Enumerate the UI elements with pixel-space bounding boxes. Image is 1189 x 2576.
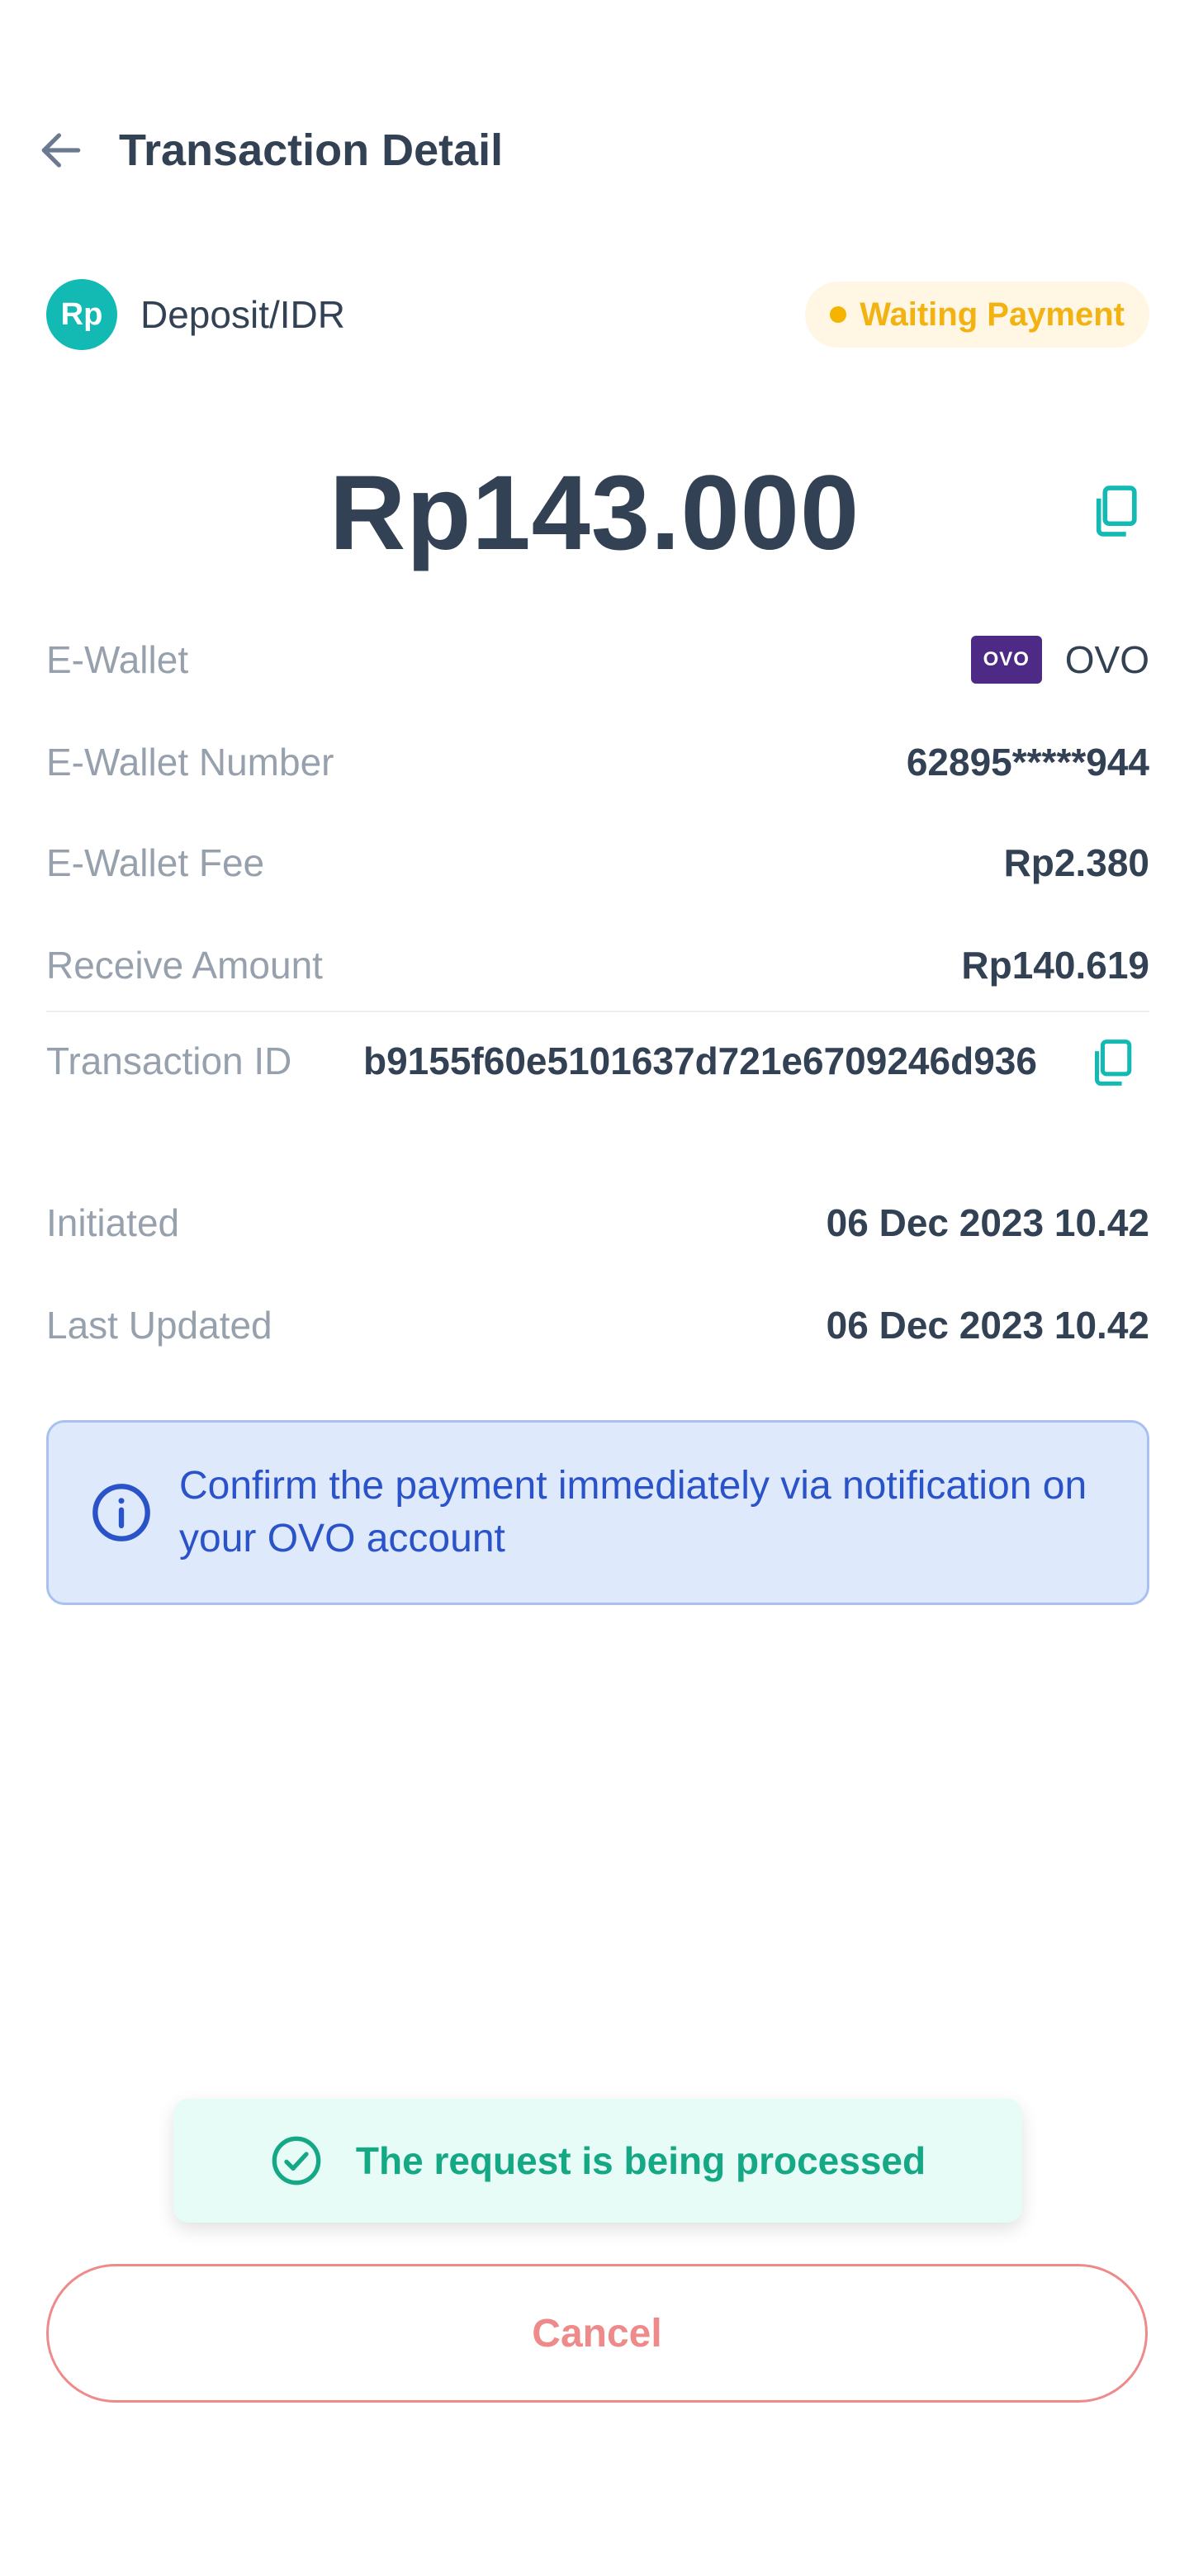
asset-label: Deposit/IDR bbox=[140, 293, 345, 336]
transaction-id-label: Transaction ID bbox=[46, 1039, 292, 1082]
transaction-amount: Rp143.000 bbox=[329, 454, 860, 572]
info-box: Confirm the payment immediately via noti… bbox=[46, 1420, 1149, 1605]
arrow-left-icon bbox=[41, 133, 81, 168]
ewallet-fee-row: E-Wallet Fee Rp2.380 bbox=[46, 836, 1149, 890]
toast-text: The request is being processed bbox=[355, 2139, 926, 2182]
initiated-row: Initiated 06 Dec 2023 10.42 bbox=[46, 1196, 1149, 1250]
divider bbox=[46, 1011, 1149, 1012]
ewallet-fee-value: Rp2.380 bbox=[1003, 841, 1149, 884]
ewallet-row: E-Wallet OVO OVO bbox=[46, 632, 1149, 687]
info-icon bbox=[92, 1484, 150, 1541]
ewallet-value: OVO OVO bbox=[970, 636, 1149, 684]
back-button[interactable] bbox=[33, 122, 89, 178]
ovo-logo: OVO bbox=[970, 636, 1042, 684]
receive-amount-value: Rp140.619 bbox=[961, 944, 1149, 987]
status-dot-icon bbox=[830, 306, 847, 323]
status-badge: Waiting Payment bbox=[805, 282, 1149, 348]
ewallet-name: OVO bbox=[1064, 638, 1149, 681]
asset-row: Rp Deposit/IDR Waiting Payment bbox=[46, 277, 1149, 352]
header: Transaction Detail bbox=[33, 116, 503, 185]
info-text: Confirm the payment immediately via noti… bbox=[179, 1464, 1087, 1560]
transaction-id-row: Transaction ID b9155f60e5101637d721e6709… bbox=[46, 1034, 1149, 1091]
cancel-button[interactable]: Cancel bbox=[46, 2264, 1148, 2403]
initiated-label: Initiated bbox=[46, 1201, 180, 1244]
copy-amount-button[interactable] bbox=[1087, 482, 1144, 540]
last-updated-row: Last Updated 06 Dec 2023 10.42 bbox=[46, 1298, 1149, 1352]
status-text: Waiting Payment bbox=[860, 296, 1125, 333]
ewallet-number-label: E-Wallet Number bbox=[46, 741, 334, 784]
check-circle-icon bbox=[272, 2136, 321, 2185]
receive-amount-row: Receive Amount Rp140.619 bbox=[46, 938, 1149, 992]
ewallet-number-row: E-Wallet Number 62895*****944 bbox=[46, 735, 1149, 789]
transaction-id-value: b9155f60e5101637d721e6709246d936 bbox=[363, 1039, 1037, 1082]
ewallet-label: E-Wallet bbox=[46, 638, 189, 681]
receive-amount-label: Receive Amount bbox=[46, 944, 323, 987]
copy-icon bbox=[1096, 485, 1137, 537]
initiated-value: 06 Dec 2023 10.42 bbox=[826, 1201, 1149, 1244]
last-updated-label: Last Updated bbox=[46, 1304, 272, 1347]
last-updated-value: 06 Dec 2023 10.42 bbox=[826, 1304, 1149, 1347]
toast-notification: The request is being processed bbox=[173, 2099, 1022, 2223]
copy-transaction-id-button[interactable] bbox=[1083, 1034, 1141, 1091]
currency-icon: Rp bbox=[46, 279, 117, 350]
ewallet-number-value: 62895*****944 bbox=[906, 741, 1149, 784]
ewallet-fee-label: E-Wallet Fee bbox=[46, 841, 265, 884]
copy-icon bbox=[1095, 1039, 1132, 1086]
transaction-detail-page: Transaction Detail Rp Deposit/IDR Waitin… bbox=[0, 0, 1189, 2576]
page-title: Transaction Detail bbox=[119, 125, 504, 175]
